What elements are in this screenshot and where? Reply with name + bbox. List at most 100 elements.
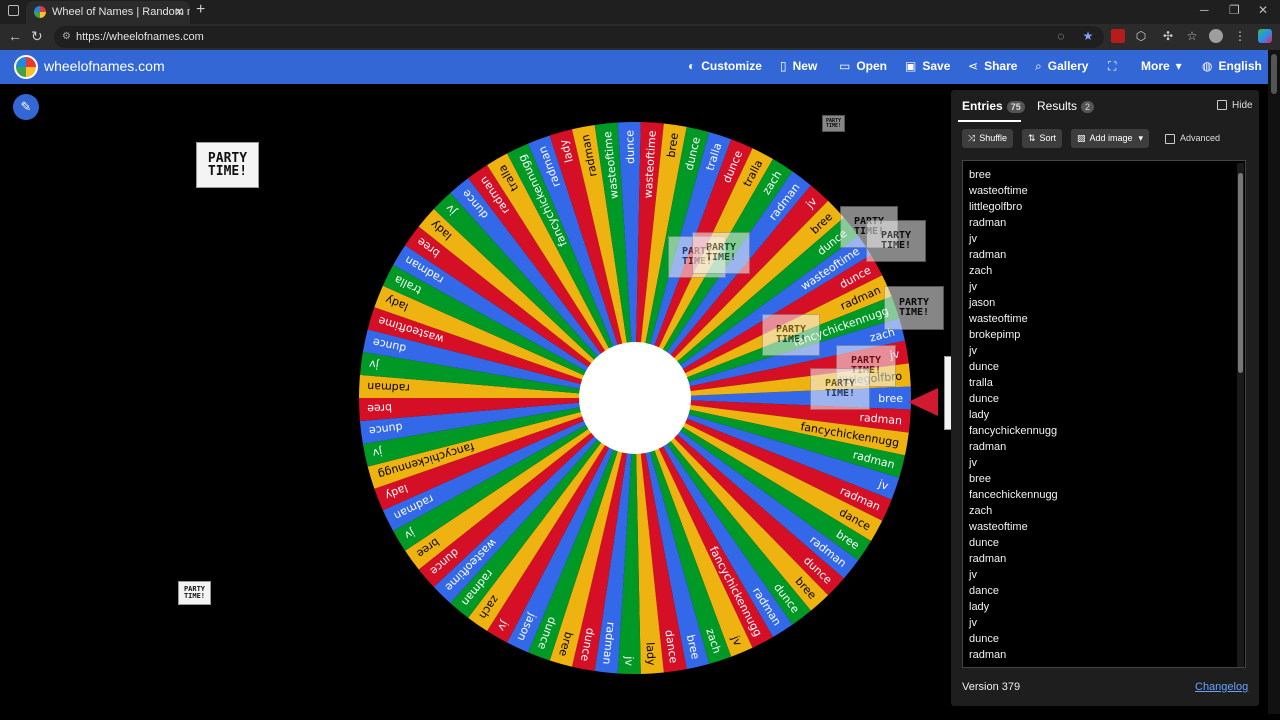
entry-line[interactable]: fancychickennugg bbox=[969, 423, 1245, 439]
palette-icon: ◐ bbox=[688, 59, 696, 73]
close-window-icon[interactable]: ✕ bbox=[1258, 3, 1268, 17]
wheel-slice-label: bree bbox=[878, 392, 903, 405]
bookmark-star-icon[interactable]: ★ bbox=[1081, 29, 1095, 43]
entry-line[interactable]: zach bbox=[969, 263, 1245, 279]
browser-tab[interactable]: Wheel of Names | Random name ✕ bbox=[26, 1, 190, 24]
entry-line[interactable]: radman bbox=[969, 439, 1245, 455]
entry-line[interactable]: wasteoftime bbox=[969, 183, 1245, 199]
tab-entries[interactable]: Entries 75 bbox=[962, 99, 1025, 113]
save-button[interactable]: ▣ Save bbox=[905, 59, 950, 73]
entry-line[interactable]: radman bbox=[969, 247, 1245, 263]
party-time-image: PARTYTIME! bbox=[810, 368, 870, 410]
entry-line[interactable]: jv bbox=[969, 615, 1245, 631]
entries-panel: Entries 75 Results 2 Hide ⤨ Shuffle ⇅ Sort ▨… bbox=[951, 90, 1259, 706]
wheel-pointer bbox=[908, 388, 938, 416]
pencil-icon: ✎ bbox=[20, 99, 32, 114]
address-bar[interactable]: ⚙ https://wheelofnames.com bbox=[54, 26, 1104, 48]
copilot-icon[interactable] bbox=[1258, 29, 1272, 43]
shuffle-button[interactable]: ⤨ Shuffle bbox=[962, 129, 1014, 148]
close-tab-icon[interactable]: ✕ bbox=[174, 1, 184, 23]
folder-icon: ▭ bbox=[839, 59, 851, 73]
site-brand[interactable]: wheelofnames.com bbox=[44, 58, 165, 74]
entry-line[interactable]: lady bbox=[969, 599, 1245, 615]
language-button[interactable]: ◍ English bbox=[1202, 59, 1262, 73]
new-button[interactable]: ▯ New bbox=[780, 59, 817, 73]
entry-line[interactable]: radman bbox=[969, 551, 1245, 567]
advanced-checkbox[interactable]: Advanced bbox=[1165, 133, 1220, 144]
entry-line[interactable]: wasteoftime bbox=[969, 519, 1245, 535]
save-icon: ▣ bbox=[905, 59, 917, 73]
party-time-image: PARTYTIME! bbox=[692, 232, 750, 274]
maximize-icon[interactable]: ❐ bbox=[1229, 3, 1240, 17]
page-scrollbar[interactable] bbox=[1268, 50, 1280, 714]
entry-line[interactable]: dunce bbox=[969, 535, 1245, 551]
tab-results[interactable]: Results 2 bbox=[1037, 99, 1095, 113]
entry-line[interactable]: littlegolfbro bbox=[969, 199, 1245, 215]
extension-icon[interactable]: ⬡ bbox=[1134, 29, 1148, 43]
browser-menu-icon[interactable]: ⋮ bbox=[1233, 29, 1247, 43]
ublock-extension-icon[interactable] bbox=[1111, 29, 1125, 43]
more-button[interactable]: More ▾ bbox=[1141, 59, 1182, 73]
entry-line[interactable]: dunce bbox=[969, 391, 1245, 407]
gallery-button[interactable]: ⌕ Gallery bbox=[1035, 59, 1088, 74]
entry-line[interactable]: jv bbox=[969, 567, 1245, 583]
entry-line[interactable]: fancechickennugg bbox=[969, 487, 1245, 503]
wheel-favicon-icon bbox=[34, 6, 46, 18]
entry-line[interactable]: dance bbox=[969, 583, 1245, 599]
entries-textarea[interactable]: bree wasteoftime littlegolfbro radman jv radm… bbox=[962, 160, 1246, 668]
entry-line[interactable]: radman bbox=[969, 647, 1245, 663]
entry-line[interactable]: jv bbox=[969, 231, 1245, 247]
share-icon: ⋖ bbox=[968, 59, 979, 73]
site-info-icon[interactable]: ⚙ bbox=[62, 26, 71, 48]
image-icon: ▨ bbox=[1077, 133, 1086, 143]
tab-search-icon[interactable] bbox=[8, 5, 19, 16]
browser-toolbar: ← ↻ ⚙ https://wheelofnames.com ◌ ★ ⬡ ✣ ☆… bbox=[0, 24, 1280, 50]
customize-button[interactable]: ◐ Customize bbox=[688, 59, 762, 73]
edit-pencil-button[interactable]: ✎ bbox=[13, 94, 39, 120]
entry-line[interactable]: dunce bbox=[969, 359, 1245, 375]
wheel-slice-label: bree bbox=[367, 401, 393, 415]
entry-line[interactable]: lady bbox=[969, 407, 1245, 423]
search-icon: ⌕ bbox=[1035, 59, 1042, 73]
entry-line[interactable]: zach bbox=[969, 503, 1245, 519]
entry-line[interactable]: tralla bbox=[969, 375, 1245, 391]
extensions-puzzle-icon[interactable]: ✣ bbox=[1161, 29, 1175, 43]
entry-line[interactable]: dunce bbox=[969, 631, 1245, 647]
sort-button[interactable]: ⇅ Sort bbox=[1022, 129, 1063, 148]
entry-line[interactable]: jv bbox=[969, 343, 1245, 359]
entry-line[interactable]: bree bbox=[969, 167, 1245, 183]
wheel-slice-label: radman bbox=[367, 380, 410, 395]
reload-icon[interactable]: ↻ bbox=[31, 28, 43, 45]
chevron-down-icon: ▾ bbox=[1138, 133, 1144, 143]
entries-scrollbar[interactable] bbox=[1237, 163, 1244, 667]
open-button[interactable]: ▭ Open bbox=[839, 59, 887, 73]
wheel-slice-label: dunce bbox=[623, 130, 637, 164]
party-time-image: PARTYTIME! bbox=[866, 220, 926, 262]
party-time-image: PARTYTIME! bbox=[178, 581, 211, 605]
party-time-image: PARTYTIME! bbox=[884, 286, 944, 330]
fullscreen-button[interactable]: ⛶ bbox=[1108, 59, 1122, 74]
entry-line[interactable]: brokepimp bbox=[969, 327, 1245, 343]
add-image-button[interactable]: ▨ Add image ▾ bbox=[1071, 129, 1150, 148]
translate-icon[interactable]: ◌ bbox=[1054, 29, 1068, 43]
entry-line[interactable]: bree bbox=[969, 471, 1245, 487]
entry-line[interactable]: jv bbox=[969, 279, 1245, 295]
back-icon[interactable]: ← bbox=[8, 28, 22, 44]
hide-checkbox[interactable]: Hide bbox=[1217, 100, 1253, 111]
wheel-slice-label: jv bbox=[622, 655, 635, 666]
entry-line[interactable]: jv bbox=[969, 455, 1245, 471]
favorites-icon[interactable]: ☆ bbox=[1185, 29, 1199, 43]
wheel-logo-icon[interactable] bbox=[14, 55, 38, 79]
wheel-center[interactable] bbox=[579, 342, 691, 454]
profile-avatar[interactable] bbox=[1209, 29, 1223, 43]
share-button[interactable]: ⋖ Share bbox=[968, 59, 1017, 73]
changelog-link[interactable]: Changelog bbox=[1195, 681, 1248, 693]
entry-line[interactable]: wasteoftime bbox=[969, 311, 1245, 327]
entry-line[interactable]: jason bbox=[969, 295, 1245, 311]
browser-tab-title: Wheel of Names | Random name bbox=[52, 6, 190, 18]
new-tab-icon[interactable]: + bbox=[196, 1, 205, 19]
entry-line[interactable]: radman bbox=[969, 215, 1245, 231]
minimize-icon[interactable]: ─ bbox=[1200, 3, 1209, 17]
fullscreen-icon: ⛶ bbox=[1108, 59, 1117, 73]
results-count-badge: 2 bbox=[1081, 100, 1095, 113]
